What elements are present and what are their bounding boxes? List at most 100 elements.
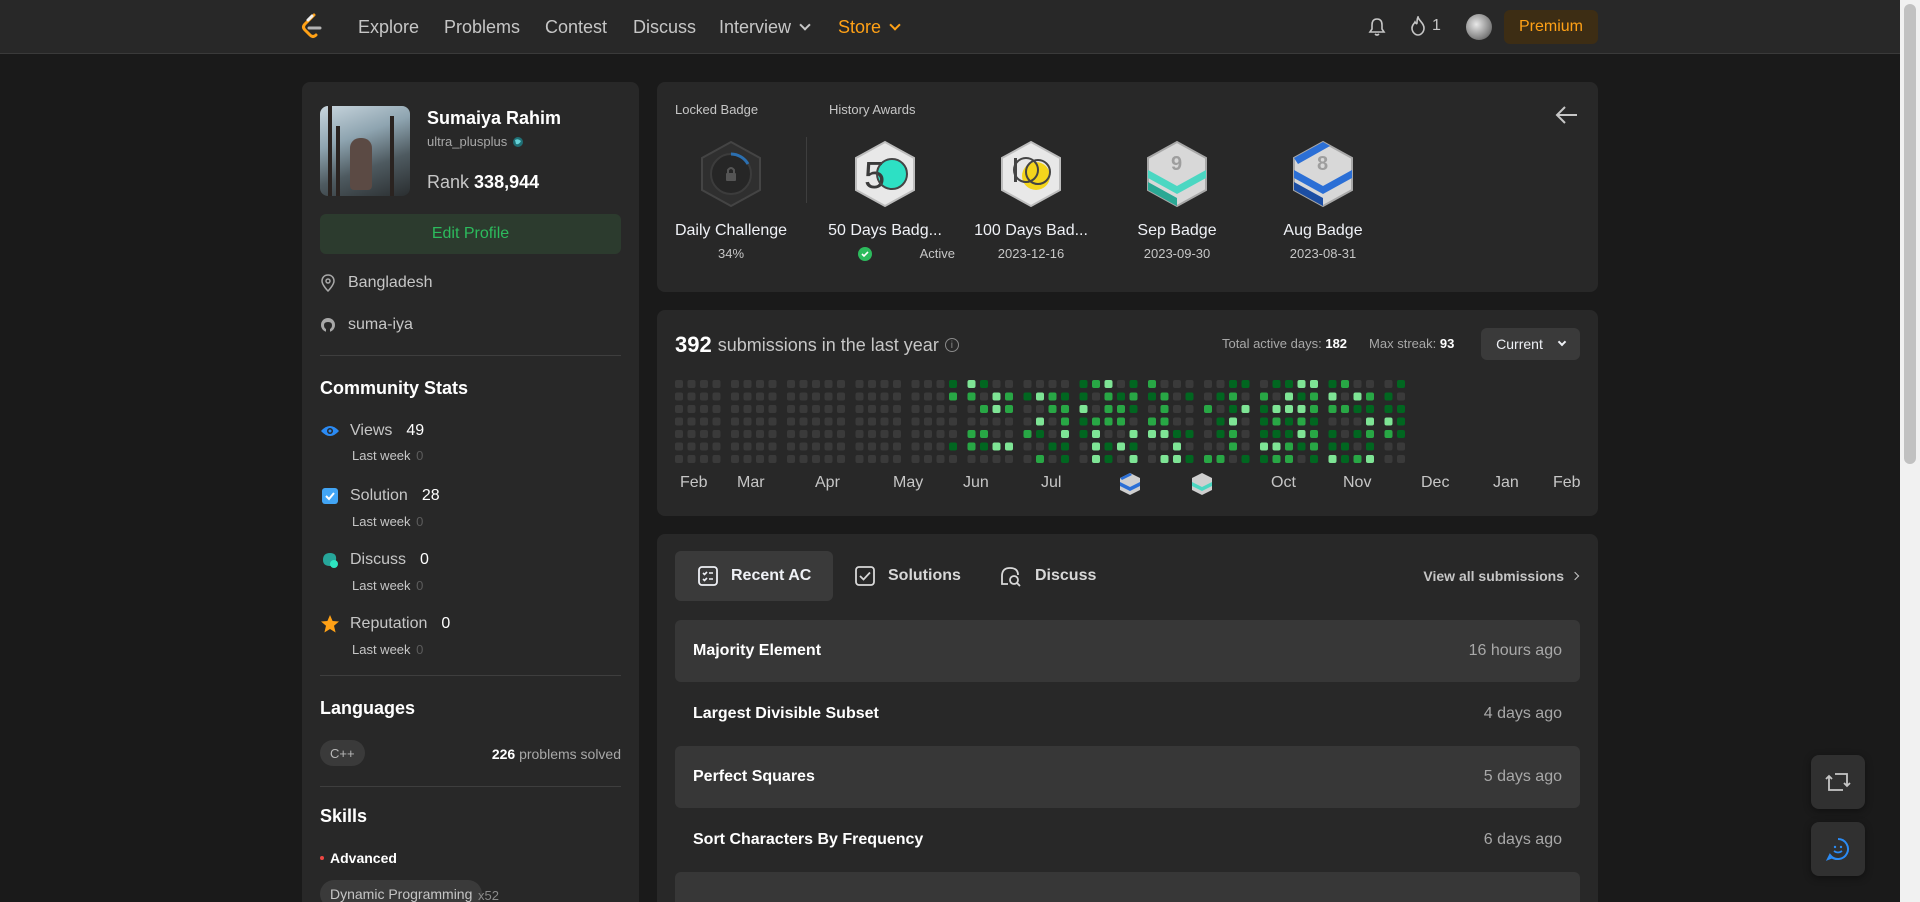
heatmap-day-cell[interactable] bbox=[1160, 417, 1169, 426]
heatmap-day-cell[interactable] bbox=[799, 417, 808, 426]
heatmap-day-cell[interactable] bbox=[700, 417, 708, 426]
heatmap-day-cell[interactable] bbox=[687, 392, 696, 401]
heatmap-day-cell[interactable] bbox=[700, 455, 708, 463]
heatmap-day-cell[interactable] bbox=[787, 405, 795, 413]
heatmap-day-cell[interactable] bbox=[1229, 380, 1237, 388]
heatmap-day-cell[interactable] bbox=[700, 380, 708, 388]
heatmap-day-cell[interactable] bbox=[687, 417, 696, 426]
heatmap-day-cell[interactable] bbox=[855, 430, 864, 438]
heatmap-day-cell[interactable] bbox=[837, 392, 845, 401]
heatmap-day-cell[interactable] bbox=[1104, 442, 1113, 451]
heatmap-day-cell[interactable] bbox=[911, 380, 920, 388]
info-icon[interactable]: i bbox=[944, 338, 959, 352]
heatmap-day-cell[interactable] bbox=[949, 392, 957, 401]
heatmap-day-cell[interactable] bbox=[1117, 380, 1125, 388]
heatmap-day-cell[interactable] bbox=[936, 417, 945, 426]
heatmap-day-cell[interactable] bbox=[880, 442, 889, 451]
heatmap-day-cell[interactable] bbox=[1260, 417, 1268, 426]
heatmap-day-cell[interactable] bbox=[1023, 442, 1032, 451]
heatmap-day-cell[interactable] bbox=[1310, 430, 1318, 438]
heatmap-day-cell[interactable] bbox=[1160, 430, 1169, 438]
heatmap-day-cell[interactable] bbox=[1129, 380, 1138, 388]
heatmap-day-cell[interactable] bbox=[1104, 405, 1113, 413]
heatmap-day-cell[interactable] bbox=[1216, 455, 1225, 463]
heatmap-day-cell[interactable] bbox=[1079, 405, 1088, 413]
heatmap-day-cell[interactable] bbox=[731, 417, 739, 426]
heatmap-day-cell[interactable] bbox=[675, 392, 683, 401]
feedback-button[interactable] bbox=[1811, 822, 1865, 876]
heatmap-day-cell[interactable] bbox=[1104, 380, 1113, 388]
heatmap-day-cell[interactable] bbox=[675, 442, 683, 451]
github-row[interactable]: suma-iya bbox=[320, 316, 413, 334]
heatmap-day-cell[interactable] bbox=[1297, 380, 1306, 388]
heatmap-day-cell[interactable] bbox=[812, 405, 820, 413]
heatmap-day-cell[interactable] bbox=[1241, 430, 1250, 438]
page-scrollbar[interactable] bbox=[1900, 0, 1920, 902]
heatmap-day-cell[interactable] bbox=[1328, 392, 1337, 401]
badge-daily-challenge[interactable]: Daily Challenge 34% bbox=[661, 140, 801, 261]
heatmap-day-cell[interactable] bbox=[1023, 430, 1032, 438]
heatmap-day-cell[interactable] bbox=[980, 455, 988, 463]
heatmap-day-cell[interactable] bbox=[980, 380, 988, 388]
heatmap-day-cell[interactable] bbox=[1310, 455, 1318, 463]
heatmap-day-cell[interactable] bbox=[1353, 392, 1362, 401]
heatmap-day-cell[interactable] bbox=[1341, 417, 1349, 426]
heatmap-day-cell[interactable] bbox=[880, 392, 889, 401]
heatmap-day-cell[interactable] bbox=[1079, 380, 1088, 388]
heatmap-day-cell[interactable] bbox=[756, 455, 764, 463]
heatmap-day-cell[interactable] bbox=[855, 417, 864, 426]
heatmap-day-cell[interactable] bbox=[1061, 380, 1069, 388]
heatmap-day-cell[interactable] bbox=[1341, 380, 1349, 388]
heatmap-day-cell[interactable] bbox=[743, 430, 752, 438]
heatmap-day-cell[interactable] bbox=[1005, 417, 1013, 426]
heatmap-day-cell[interactable] bbox=[992, 430, 1001, 438]
heatmap-day-cell[interactable] bbox=[1328, 405, 1337, 413]
heatmap-day-cell[interactable] bbox=[893, 442, 901, 451]
heatmap-day-cell[interactable] bbox=[936, 442, 945, 451]
heatmap-day-cell[interactable] bbox=[1092, 417, 1100, 426]
heatmap-day-cell[interactable] bbox=[1148, 455, 1156, 463]
heatmap-day-cell[interactable] bbox=[911, 405, 920, 413]
heatmap-day-cell[interactable] bbox=[1005, 392, 1013, 401]
heatmap-day-cell[interactable] bbox=[1241, 417, 1250, 426]
heatmap-day-cell[interactable] bbox=[787, 392, 795, 401]
heatmap-day-cell[interactable] bbox=[967, 392, 976, 401]
heatmap-day-cell[interactable] bbox=[936, 430, 945, 438]
heatmap-day-cell[interactable] bbox=[743, 392, 752, 401]
heatmap-day-cell[interactable] bbox=[1397, 455, 1405, 463]
heatmap-day-cell[interactable] bbox=[949, 430, 957, 438]
heatmap-day-cell[interactable] bbox=[1173, 442, 1181, 451]
heatmap-day-cell[interactable] bbox=[1061, 405, 1069, 413]
heatmap-day-cell[interactable] bbox=[855, 442, 864, 451]
heatmap-day-cell[interactable] bbox=[1204, 405, 1212, 413]
heatmap-day-cell[interactable] bbox=[1148, 430, 1156, 438]
leetcode-logo-icon[interactable] bbox=[300, 13, 324, 41]
heatmap-day-cell[interactable] bbox=[1241, 380, 1250, 388]
heatmap-day-cell[interactable] bbox=[1160, 392, 1169, 401]
heatmap-day-cell[interactable] bbox=[1353, 442, 1362, 451]
heatmap-day-cell[interactable] bbox=[1204, 455, 1212, 463]
heatmap-day-cell[interactable] bbox=[787, 442, 795, 451]
heatmap-day-cell[interactable] bbox=[799, 455, 808, 463]
heatmap-day-cell[interactable] bbox=[967, 442, 976, 451]
heatmap-day-cell[interactable] bbox=[1260, 380, 1268, 388]
heatmap-day-cell[interactable] bbox=[837, 455, 845, 463]
heatmap-day-cell[interactable] bbox=[1129, 417, 1138, 426]
problem-title[interactable]: Perfect Squares bbox=[693, 768, 815, 786]
heatmap-day-cell[interactable] bbox=[1023, 417, 1032, 426]
heatmap-day-cell[interactable] bbox=[1173, 392, 1181, 401]
back-arrow-icon[interactable] bbox=[1554, 102, 1580, 128]
heatmap-day-cell[interactable] bbox=[1366, 430, 1374, 438]
heatmap-day-cell[interactable] bbox=[1216, 380, 1225, 388]
heatmap-day-cell[interactable] bbox=[837, 380, 845, 388]
heatmap-day-cell[interactable] bbox=[1117, 417, 1125, 426]
heatmap-day-cell[interactable] bbox=[1048, 430, 1057, 438]
heatmap-day-cell[interactable] bbox=[1204, 417, 1212, 426]
heatmap-day-cell[interactable] bbox=[731, 380, 739, 388]
heatmap-day-cell[interactable] bbox=[1366, 455, 1374, 463]
heatmap-day-cell[interactable] bbox=[787, 430, 795, 438]
heatmap-day-cell[interactable] bbox=[1216, 430, 1225, 438]
heatmap-day-cell[interactable] bbox=[967, 430, 976, 438]
heatmap-day-cell[interactable] bbox=[1129, 405, 1138, 413]
heatmap-day-cell[interactable] bbox=[980, 430, 988, 438]
